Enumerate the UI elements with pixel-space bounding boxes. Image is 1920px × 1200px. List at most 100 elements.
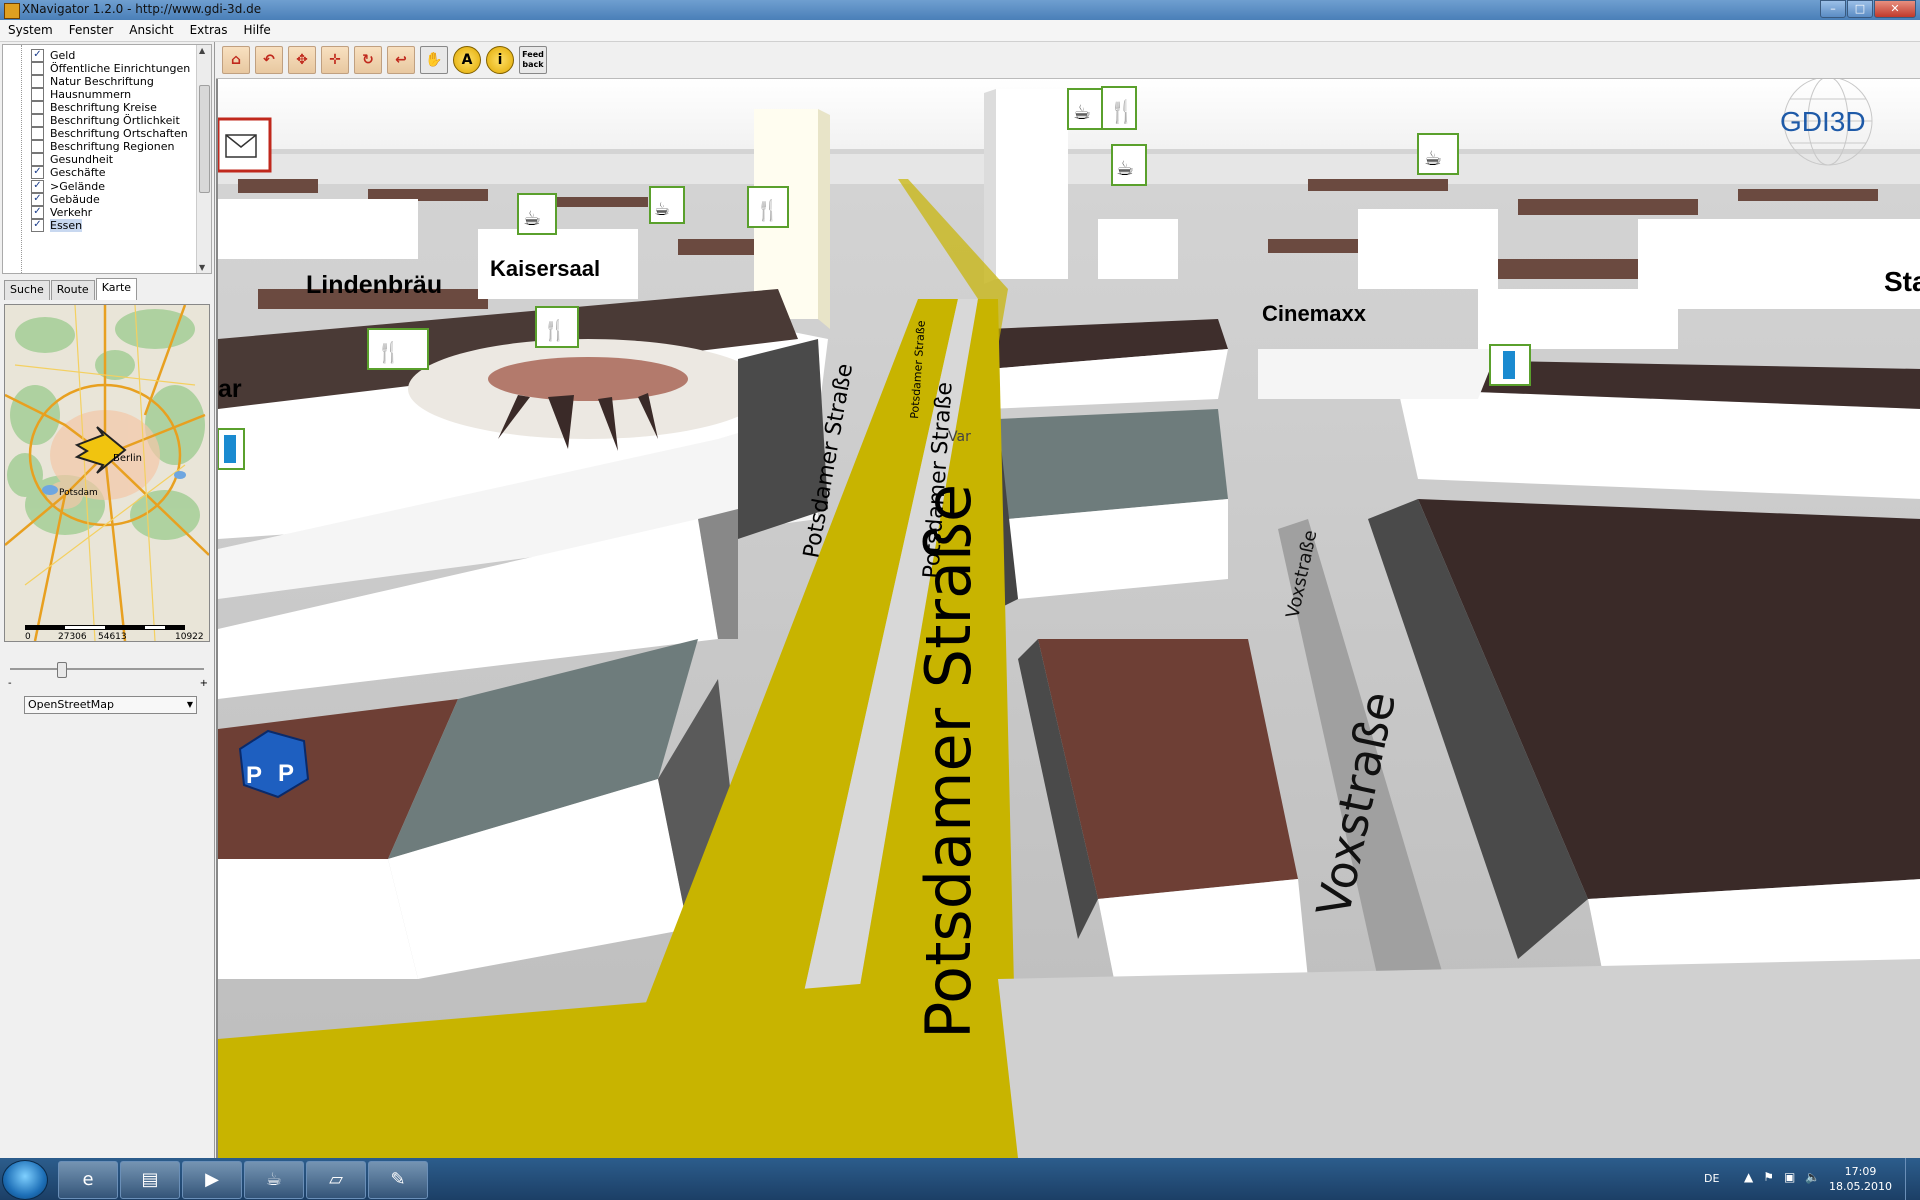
svg-text:☕: ☕	[1424, 146, 1442, 170]
info-icon[interactable]: i	[486, 46, 514, 74]
layer-tree: ✓ Geld Öffentliche Einrichtungen Natur Besc…	[2, 44, 212, 274]
cafe-icon[interactable]: ☕	[1111, 144, 1147, 186]
mail-icon[interactable]	[218, 117, 272, 173]
layer-checkbox[interactable]: ✓	[31, 218, 44, 232]
scroll-down-icon[interactable]: ▼	[199, 263, 205, 272]
window-title: XNavigator 1.2.0 - http://www.gdi-3d.de	[22, 2, 262, 16]
scale-label-2: 54613	[98, 632, 127, 641]
navigation-toolbar: ⌂ ↶ ✥ ✛ ↻ ↩ ✋ Ai Feed back	[216, 42, 1920, 79]
notes-icon[interactable]: ▱	[306, 1161, 366, 1199]
layer-scrollbar[interactable]: ▲ ▼	[196, 45, 211, 273]
tab-karte[interactable]: Karte	[95, 278, 138, 300]
clock[interactable]: 17:09 18.05.2010	[1829, 1164, 1892, 1194]
start-button[interactable]	[2, 1160, 48, 1200]
cafe-icon[interactable]: ☕	[517, 193, 557, 235]
overview-map-graphic: Berlin Potsdam 0 27306 54613 10922	[5, 305, 209, 641]
minimize-button[interactable]: –	[1820, 0, 1846, 18]
menu-system[interactable]: System	[0, 20, 61, 41]
cafe-icon[interactable]: ☕	[1067, 88, 1103, 130]
label-icon[interactable]: A	[453, 46, 481, 74]
cafe-icon[interactable]: ☕	[649, 186, 685, 224]
svg-text:🍴: 🍴	[376, 340, 401, 364]
poi-label-lindenbraeu: Lindenbräu	[306, 271, 442, 299]
zoom-plus-label: +	[199, 678, 208, 689]
undo-icon[interactable]: ↩	[387, 46, 415, 74]
network-icon[interactable]: ▣	[1784, 1170, 1795, 1184]
app-icon	[4, 3, 20, 19]
3d-view[interactable]: Potsdamer Straße Potsdamer Straße Potsda…	[216, 79, 1920, 1158]
zoom-minus-label: -	[8, 678, 12, 689]
drink-icon[interactable]	[1489, 344, 1531, 386]
poi-label-ar: ar	[218, 375, 242, 403]
map-source-value: OpenStreetMap	[28, 698, 115, 711]
svg-text:🍴: 🍴	[1108, 99, 1135, 125]
maximize-button[interactable]: □	[1847, 0, 1873, 18]
3d-scene: Potsdamer Straße Potsdamer Straße Potsda…	[218, 79, 1920, 1158]
action-center-icon[interactable]: ⚑	[1763, 1170, 1774, 1184]
internet-explorer-icon[interactable]: e	[58, 1161, 118, 1199]
svg-text:GDI3D: GDI3D	[1780, 106, 1866, 137]
tray-expand-icon[interactable]: ▲	[1744, 1170, 1753, 1184]
scale-label-3: 10922	[175, 632, 204, 641]
zoom-slider[interactable]	[10, 662, 204, 678]
map-label-berlin: Berlin	[113, 453, 142, 464]
street-label-var: Var	[948, 429, 971, 445]
poi-label-cinemaxx: Cinemaxx	[1262, 301, 1367, 326]
menu-bar: System Fenster Ansicht Extras Hilfe	[0, 20, 1920, 42]
tree-line	[21, 45, 23, 273]
scale-label-1: 27306	[58, 632, 87, 641]
feedback-icon[interactable]: Feed back	[519, 46, 547, 74]
scroll-up-icon[interactable]: ▲	[199, 46, 205, 55]
poi-label-sta: Sta	[1884, 266, 1920, 297]
tab-suche[interactable]: Suche	[4, 280, 50, 300]
left-panel: ✓ Geld Öffentliche Einrichtungen Natur Besc…	[0, 42, 215, 1158]
menu-hilfe[interactable]: Hilfe	[236, 20, 279, 41]
scrollbar-thumb[interactable]	[199, 85, 210, 193]
java-icon[interactable]: ☕	[244, 1161, 304, 1199]
language-indicator[interactable]: DE	[1704, 1172, 1719, 1185]
svg-text:☕: ☕	[523, 206, 541, 230]
overview-map[interactable]: Berlin Potsdam 0 27306 54613 10922	[4, 304, 210, 642]
svg-text:☕: ☕	[1073, 100, 1091, 124]
svg-text:🍴: 🍴	[542, 318, 567, 342]
close-button[interactable]: ✕	[1874, 0, 1916, 18]
poi-label-kaisersaal: Kaisersaal	[490, 256, 600, 281]
back-icon[interactable]: ↶	[255, 46, 283, 74]
home-icon[interactable]: ⌂	[222, 46, 250, 74]
menu-extras[interactable]: Extras	[182, 20, 236, 41]
map-label-potsdam: Potsdam	[59, 488, 98, 498]
move-icon[interactable]: ✛	[321, 46, 349, 74]
layer-item[interactable]: ✓ Essen	[31, 217, 83, 233]
map-source-select[interactable]: OpenStreetMap ▼	[24, 696, 197, 714]
hand-icon[interactable]: ✋	[420, 46, 448, 74]
clock-time: 17:09	[1844, 1165, 1877, 1178]
restaurant-icon[interactable]: 🍴	[747, 186, 789, 228]
show-desktop-button[interactable]	[1905, 1158, 1920, 1200]
media-player-icon[interactable]: ▶	[182, 1161, 242, 1199]
layer-label: Essen	[50, 218, 83, 232]
drink-icon[interactable]	[218, 428, 245, 470]
svg-text:🍴: 🍴	[755, 198, 780, 222]
refresh-icon[interactable]: ↻	[354, 46, 382, 74]
restaurant-icon[interactable]: 🍴	[367, 328, 429, 370]
restaurant-icon[interactable]: 🍴	[535, 306, 579, 348]
chevron-down-icon: ▼	[186, 700, 193, 709]
system-tray: DE ▲ ⚑ ▣ 🔈 17:09 18.05.2010	[1700, 1158, 1920, 1200]
menu-ansicht[interactable]: Ansicht	[121, 20, 181, 41]
cafe-icon[interactable]: ☕	[1417, 133, 1459, 175]
scale-label-0: 0	[25, 632, 31, 641]
restaurant-icon[interactable]: 🍴	[1101, 86, 1137, 130]
rotate-icon[interactable]: ✥	[288, 46, 316, 74]
tab-route[interactable]: Route	[50, 280, 95, 300]
taskbar: e ▤ ▶ ☕ ▱ ✎ DE ▲ ⚑ ▣ 🔈 17:09 18.05.2010	[0, 1158, 1920, 1200]
volume-icon[interactable]: 🔈	[1805, 1170, 1820, 1184]
explorer-folder-icon[interactable]: ▤	[120, 1161, 180, 1199]
svg-text:P: P	[278, 760, 294, 787]
svg-text:P: P	[246, 762, 262, 789]
svg-text:☕: ☕	[654, 199, 670, 220]
menu-fenster[interactable]: Fenster	[61, 20, 122, 41]
paint-icon[interactable]: ✎	[368, 1161, 428, 1199]
panel-tabs: Suche Route Karte	[4, 278, 138, 300]
clock-date: 18.05.2010	[1829, 1180, 1892, 1193]
zoom-slider-knob[interactable]	[56, 662, 67, 678]
